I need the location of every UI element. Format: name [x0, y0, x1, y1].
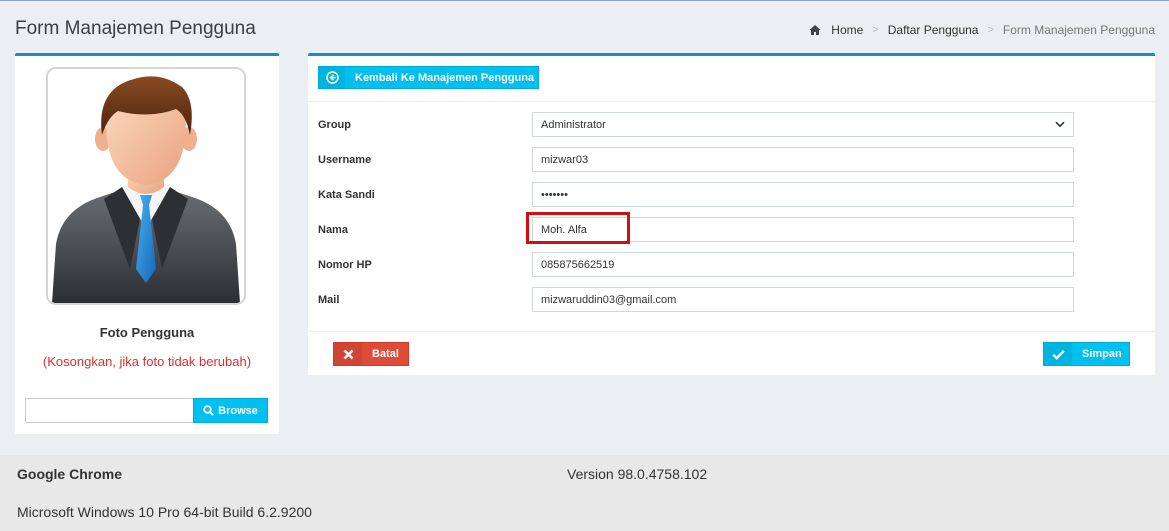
save-button-label: Simpan — [1082, 348, 1122, 360]
divider — [308, 101, 1155, 102]
username-field[interactable]: mizwar03 — [532, 147, 1074, 172]
group-select[interactable]: Administrator — [532, 112, 1074, 137]
browser-info-footer: Google Chrome Version 98.0.4758.102 Micr… — [0, 455, 1169, 531]
nama-field[interactable]: Moh. Alfa — [532, 217, 1074, 242]
browse-button[interactable]: Browse — [193, 398, 268, 423]
back-to-user-management-button[interactable]: Kembali Ke Manajemen Pengguna — [318, 66, 539, 89]
breadcrumb-daftar-pengguna[interactable]: Daftar Pengguna — [888, 23, 979, 37]
photo-panel: Foto Pengguna (Kosongkan, jika foto tida… — [15, 53, 279, 434]
mail-label: Mail — [318, 294, 340, 306]
os-info: Microsoft Windows 10 Pro 64-bit Build 6.… — [17, 504, 312, 520]
close-icon — [343, 349, 353, 359]
phone-label: Nomor HP — [318, 259, 372, 271]
form-row-username: Username mizwar03 — [308, 147, 1155, 173]
form-row-group: Group Administrator — [308, 112, 1155, 138]
breadcrumb-separator: > — [872, 24, 879, 36]
cancel-button[interactable]: Batal — [333, 342, 409, 366]
password-field[interactable]: ••••••• — [532, 182, 1074, 207]
divider — [308, 331, 1155, 332]
breadcrumb-separator: > — [987, 24, 994, 36]
nama-label: Nama — [318, 224, 348, 236]
browser-name: Google Chrome — [17, 466, 123, 482]
arrow-left-circle-icon — [325, 71, 339, 84]
top-border — [0, 0, 1169, 1]
mail-field[interactable]: mizwaruddin03@gmail.com — [532, 287, 1074, 312]
group-label: Group — [318, 119, 351, 131]
check-icon — [1051, 349, 1065, 360]
form-row-mail: Mail mizwaruddin03@gmail.com — [308, 287, 1155, 313]
home-icon — [809, 25, 821, 35]
page-title: Form Manajemen Pengguna — [15, 18, 256, 39]
form-row-phone: Nomor HP 085875662519 — [308, 252, 1155, 278]
back-button-label: Kembali Ke Manajemen Pengguna — [355, 71, 535, 84]
password-label: Kata Sandi — [318, 189, 375, 201]
businessman-avatar-icon — [52, 76, 240, 303]
username-label: Username — [318, 154, 372, 166]
photo-label: Foto Pengguna — [99, 325, 195, 340]
browse-button-label: Browse — [218, 404, 258, 417]
search-icon — [203, 405, 214, 416]
breadcrumb-current: Form Manajemen Pengguna — [1002, 23, 1155, 37]
form-row-password: Kata Sandi ••••••• — [308, 182, 1155, 208]
user-form-panel: Kembali Ke Manajemen Pengguna Group Admi… — [308, 53, 1155, 375]
photo-file-input[interactable] — [25, 398, 194, 423]
browser-version: Version 98.0.4758.102 — [567, 466, 708, 482]
cancel-button-label: Batal — [372, 348, 399, 360]
chevron-down-icon — [1055, 121, 1065, 128]
phone-field[interactable]: 085875662519 — [532, 252, 1074, 277]
save-button[interactable]: Simpan — [1043, 342, 1130, 366]
group-select-value: Administrator — [541, 118, 606, 131]
photo-hint: (Kosongkan, jika foto tidak berubah) — [42, 354, 252, 369]
user-avatar — [46, 67, 246, 305]
breadcrumb: Home > Daftar Pengguna > Form Manajemen … — [809, 23, 1155, 37]
breadcrumb-home[interactable]: Home — [831, 23, 863, 37]
form-row-nama: Nama Moh. Alfa — [308, 212, 1155, 244]
